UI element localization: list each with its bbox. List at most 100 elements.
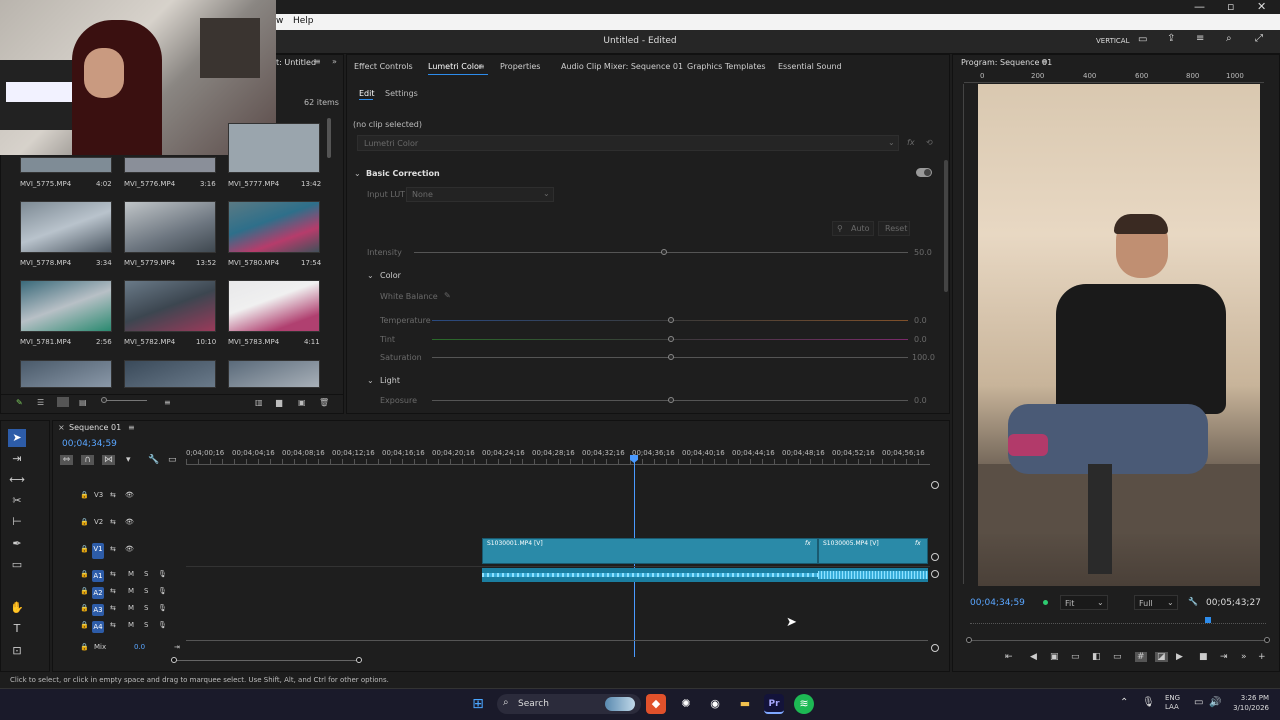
zoom-handle-left[interactable] — [966, 637, 972, 643]
clip-thumbnail[interactable] — [20, 157, 112, 173]
mark-in-icon[interactable]: ⇤ — [1005, 652, 1013, 662]
tab-menu-icon[interactable]: ≡ — [478, 62, 485, 71]
obs-icon[interactable]: ◉ — [705, 694, 725, 714]
caption-tool-icon[interactable]: ⊡ — [8, 642, 26, 660]
tint-value[interactable]: 0.0 — [914, 335, 927, 344]
vr-icon[interactable]: ◪ — [1155, 652, 1168, 662]
fx-icon[interactable]: fx — [907, 138, 915, 147]
captions-icon[interactable]: ▭ — [168, 455, 177, 465]
color-section-header[interactable]: Color — [380, 271, 401, 280]
mute-button[interactable]: M — [128, 604, 134, 612]
eyedropper-icon[interactable]: ✎ — [444, 291, 451, 300]
vertical-scroll-handle[interactable] — [931, 481, 939, 489]
track-target-v1[interactable]: V1 — [92, 543, 104, 559]
close-icon[interactable]: × — [58, 423, 65, 432]
zoom-slider[interactable] — [103, 400, 147, 401]
audio-clip[interactable] — [818, 568, 928, 582]
auto-button[interactable]: ⚲ Auto — [832, 221, 874, 236]
saturation-slider-knob[interactable] — [668, 354, 674, 360]
zoom-slider-knob[interactable] — [101, 397, 107, 403]
lock-icon[interactable]: 🔒 — [80, 570, 89, 578]
clip-thumbnail[interactable] — [228, 201, 320, 253]
lock-icon[interactable]: 🔒 — [80, 518, 89, 526]
expand-panels-icon[interactable]: » — [332, 57, 337, 66]
chevron-down-icon[interactable]: ⌄ — [367, 271, 374, 280]
chatgpt-icon[interactable]: ✺ — [676, 694, 696, 714]
sync-lock-icon[interactable]: ⇆ — [110, 570, 116, 578]
hand-tool-icon[interactable]: ✋ — [8, 599, 26, 617]
solo-button[interactable]: S — [144, 604, 148, 612]
fit-dropdown[interactable]: Fit ⌄ — [1060, 595, 1108, 610]
vertical-scroll-handle[interactable] — [931, 553, 939, 561]
menu-item-window-partial[interactable]: w — [276, 16, 283, 26]
track-target-a3[interactable]: A3 — [92, 604, 104, 616]
chevron-down-icon[interactable]: ⌄ — [367, 376, 374, 385]
basic-correction-header[interactable]: Basic Correction — [366, 169, 440, 178]
type-tool-icon[interactable]: T — [8, 620, 26, 638]
stop-icon[interactable]: ■ — [1199, 652, 1208, 662]
sync-lock-icon[interactable]: ⇆ — [110, 518, 116, 526]
vertical-scroll-handle[interactable] — [931, 644, 939, 652]
temperature-value[interactable]: 0.0 — [914, 316, 927, 325]
pen-tool-icon[interactable]: ✒ — [8, 535, 26, 553]
panel-icon[interactable]: ▭ — [1138, 34, 1147, 45]
lumetri-preset-dropdown[interactable]: Lumetri Color ⌄ — [357, 135, 899, 151]
track-target-a1[interactable]: A1 — [92, 570, 104, 582]
saturation-value[interactable]: 100.0 — [912, 353, 935, 362]
mix-value[interactable]: 0.0 — [134, 643, 145, 651]
tab-effect-controls[interactable]: Effect Controls — [354, 62, 413, 71]
ripple-edit-tool-icon[interactable]: ⟷ — [8, 471, 26, 489]
track-select-tool-icon[interactable]: ⇥ — [8, 450, 26, 468]
sync-lock-icon[interactable]: ⇆ — [110, 587, 116, 595]
menu-item-help[interactable]: Help — [293, 16, 314, 26]
slip-tool-icon[interactable]: ⊢ — [8, 513, 26, 531]
tab-menu-icon[interactable]: ≡ — [314, 57, 321, 66]
zoom-handle-left[interactable] — [171, 657, 177, 663]
new-bin-icon[interactable]: ▆ — [276, 398, 282, 407]
program-video-frame[interactable] — [978, 84, 1260, 586]
workspace-icon[interactable]: ≡ — [1196, 33, 1204, 44]
audio-clip[interactable] — [482, 568, 818, 582]
clip-thumbnail[interactable] — [228, 360, 320, 388]
microphone-icon[interactable]: 🎙 — [158, 587, 167, 595]
play-icon[interactable]: ▶ — [1176, 652, 1183, 662]
mute-button[interactable]: M — [128, 587, 134, 595]
tab-essential-sound[interactable]: Essential Sound — [778, 62, 842, 71]
tab-properties[interactable]: Properties — [500, 62, 540, 71]
lumetri-scrollbar[interactable] — [944, 160, 948, 292]
zoom-scrollbar[interactable] — [970, 640, 1268, 641]
new-item-icon[interactable]: ▣ — [298, 398, 306, 407]
automate-icon[interactable]: ▥ — [255, 398, 263, 407]
sync-lock-icon[interactable]: ⇆ — [110, 545, 116, 553]
grid-icon[interactable]: # — [1135, 652, 1147, 662]
zoom-handle-right[interactable] — [356, 657, 362, 663]
freeform-view-icon[interactable]: ▤ — [79, 398, 87, 407]
fx-badge[interactable]: fx — [915, 540, 921, 547]
settings-wrench-icon[interactable]: 🔧 — [148, 455, 159, 465]
tab-audio-clip-mixer[interactable]: Audio Clip Mixer: Sequence 01 — [561, 62, 683, 71]
exposure-value[interactable]: 0.0 — [914, 396, 927, 405]
search-icon[interactable]: ⌕ — [1226, 33, 1232, 44]
vertical-scroll-handle[interactable] — [931, 570, 939, 578]
reset-icon[interactable]: ⟲ — [926, 138, 933, 147]
more-icon[interactable]: » — [1241, 652, 1247, 662]
sort-icon[interactable]: ≡ — [164, 398, 171, 407]
tab-menu-icon[interactable]: ≡ — [1041, 57, 1048, 66]
share-icon[interactable]: ⇪ — [1167, 33, 1175, 44]
input-lut-dropdown[interactable]: None ⌄ — [406, 187, 554, 202]
tab-settings[interactable]: Settings — [385, 89, 418, 98]
playhead-marker[interactable] — [1205, 617, 1211, 623]
go-to-end-icon[interactable]: ⇥ — [174, 643, 180, 651]
taskbar-search[interactable]: ⌕ Search — [497, 694, 641, 714]
wrench-icon[interactable]: 🔧 — [1188, 597, 1198, 606]
eye-icon[interactable]: 👁 — [125, 518, 134, 526]
clip-thumbnail[interactable] — [124, 201, 216, 253]
nest-icon[interactable]: ⇔ — [60, 455, 73, 465]
lock-icon[interactable]: 🔒 — [80, 643, 89, 651]
selection-tool-icon[interactable]: ➤ — [8, 429, 26, 447]
track-target-a4[interactable]: A4 — [92, 621, 104, 633]
step-forward-icon[interactable]: ⇥ — [1220, 652, 1228, 662]
clip-thumbnail[interactable] — [20, 201, 112, 253]
exposure-slider-knob[interactable] — [668, 397, 674, 403]
rectangle-tool-icon[interactable]: ▭ — [8, 556, 26, 574]
